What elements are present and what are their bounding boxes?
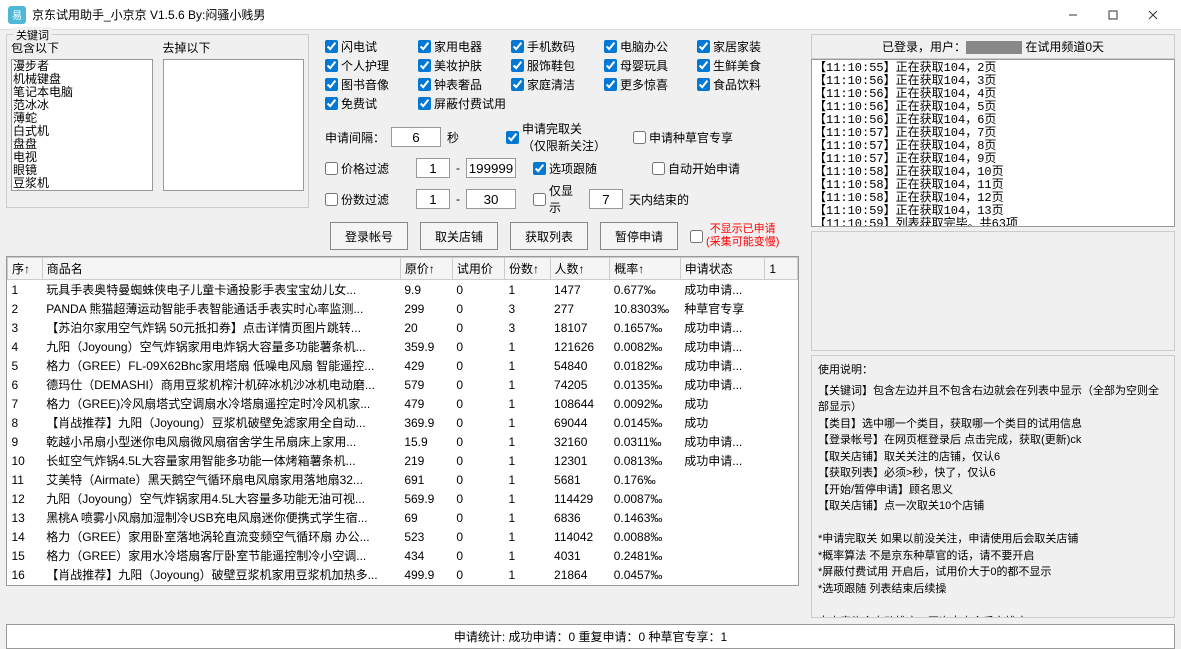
window-title: 京东试用助手_小京京 V1.5.6 By:闷骚小贱男	[32, 6, 1053, 23]
table-row[interactable]: 12九阳（Joyoung）空气炸锅家用4.5L大容量多功能无油可视...569.…	[8, 489, 798, 508]
column-header[interactable]: 原价↑	[400, 258, 452, 280]
column-header[interactable]: 人数↑	[550, 258, 610, 280]
category-checkbox[interactable]: 家用电器	[418, 38, 503, 55]
column-header[interactable]: 份数↑	[504, 258, 550, 280]
hide-applied-checkbox[interactable]: 不显示已申请(采集可能变慢)	[690, 223, 790, 249]
category-checkbox[interactable]: 图书音像	[325, 76, 410, 93]
table-row[interactable]: 16【肖战推荐】九阳（Joyoung）破壁豆浆机家用豆浆机加热多...499.9…	[8, 565, 798, 584]
price-max-input[interactable]	[466, 158, 516, 178]
auto-start-checkbox[interactable]: 自动开始申请	[652, 160, 752, 177]
category-checkbox[interactable]: 手机数码	[511, 38, 596, 55]
table-row[interactable]: 13黑桃A 喷雾小风扇加湿制冷USB充电风扇迷你便携式学生宿...6901683…	[8, 508, 798, 527]
login-button[interactable]: 登录帐号	[330, 222, 408, 250]
log-line: 【11:10:59】列表获取完毕。共63项	[814, 218, 1172, 227]
category-checkbox[interactable]: 屏蔽付费试用	[418, 95, 518, 112]
column-header[interactable]: 序↑	[8, 258, 43, 280]
only-show-checkbox[interactable]: 仅显示	[533, 182, 583, 216]
table-row[interactable]: 10长虹空气炸锅4.5L大容量家用智能多功能一体烤箱薯条机...21901123…	[8, 451, 798, 470]
table-row[interactable]: 9乾越小吊扇小型迷你电风扇微风扇宿舍学生吊扇床上家用...15.90132160…	[8, 432, 798, 451]
svg-text:易: 易	[12, 10, 22, 22]
table-row[interactable]: 15格力（GREE）家用水冷塔扇客厅卧室节能遥控制冷小空调...43401403…	[8, 546, 798, 565]
category-checkbox[interactable]: 母婴玩具	[604, 57, 689, 74]
table-row[interactable]: 11艾美特（Airmate）黑天鹅空气循环扇电风扇家用落地扇32...69101…	[8, 470, 798, 489]
cancel-shop-button[interactable]: 取关店铺	[420, 222, 498, 250]
category-checkbox[interactable]: 电脑办公	[604, 38, 689, 55]
category-checkbox[interactable]: 家居家装	[697, 38, 782, 55]
category-grid: 闪电试家用电器手机数码电脑办公家居家装个人护理美妆护肤服饰鞋包母婴玩具生鲜美食图…	[321, 34, 799, 116]
count-min-input[interactable]	[416, 189, 450, 209]
interval-label: 申请间隔：	[325, 129, 385, 146]
close-button[interactable]	[1133, 1, 1173, 29]
table-row[interactable]: 4九阳（Joyoung）空气炸锅家用电炸锅大容量多功能薯条机...359.901…	[8, 337, 798, 356]
category-checkbox[interactable]: 免费试	[325, 95, 410, 112]
table-row[interactable]: 5格力（GREE）FL-09X62Bhc家用塔扇 低噪电风扇 智能遥控...42…	[8, 356, 798, 375]
table-row[interactable]: 1玩具手表奥特曼蜘蛛侠电子儿童卡通投影手表宝宝幼儿女...9.90114770.…	[8, 280, 798, 300]
finish-unfollow-checkbox[interactable]: 申请完取关（仅限新关注）	[506, 120, 606, 154]
category-checkbox[interactable]: 更多惊喜	[604, 76, 689, 93]
product-table[interactable]: 序↑商品名原价↑试用价份数↑人数↑概率↑申请状态1 1玩具手表奥特曼蜘蛛侠电子儿…	[6, 256, 799, 586]
keywords-label: 关键词	[13, 27, 52, 43]
interval-input[interactable]	[391, 127, 441, 147]
table-row[interactable]: 17九阳（Joyoung）空气炸锅家用智能4.5L大容量多功能电炸...669.…	[8, 584, 798, 586]
exclude-listbox[interactable]	[163, 59, 305, 191]
minimize-button[interactable]	[1053, 1, 1093, 29]
count-max-input[interactable]	[466, 189, 516, 209]
app-icon: 易	[8, 6, 26, 24]
column-header[interactable]: 试用价	[452, 258, 504, 280]
category-checkbox[interactable]: 服饰鞋包	[511, 57, 596, 74]
exclude-label: 去掉以下	[163, 39, 305, 56]
column-header[interactable]: 概率↑	[610, 258, 681, 280]
category-checkbox[interactable]: 家庭清洁	[511, 76, 596, 93]
footer-stats: 申请统计: 成功申请：0 重复申请：0 种草官专享：1	[6, 624, 1175, 649]
category-checkbox[interactable]: 个人护理	[325, 57, 410, 74]
interval-unit: 秒	[447, 129, 459, 146]
table-row[interactable]: 3【苏泊尔家用空气炸锅 50元抵扣券】点击详情页图片跳转...200318107…	[8, 318, 798, 337]
get-list-button[interactable]: 获取列表	[510, 222, 588, 250]
log-box[interactable]: 【11:10:55】正在获取104，2页【11:10:56】正在获取104，3页…	[811, 59, 1175, 227]
seed-only-checkbox[interactable]: 申请种草官专享	[633, 129, 733, 146]
category-checkbox[interactable]: 闪电试	[325, 38, 410, 55]
category-checkbox[interactable]: 生鲜美食	[697, 57, 782, 74]
only-show-days-input[interactable]	[589, 189, 623, 209]
column-header[interactable]: 申请状态	[680, 258, 765, 280]
table-row[interactable]: 14格力（GREE）家用卧室落地涡轮直流变频空气循环扇 办公...5230111…	[8, 527, 798, 546]
price-min-input[interactable]	[416, 158, 450, 178]
category-checkbox[interactable]: 钟表奢品	[418, 76, 503, 93]
follow-option-checkbox[interactable]: 选项跟随	[533, 160, 618, 177]
count-filter-checkbox[interactable]: 份数过滤	[325, 191, 410, 208]
preview-box	[811, 231, 1175, 351]
category-checkbox[interactable]: 美妆护肤	[418, 57, 503, 74]
table-row[interactable]: 8【肖战推荐】九阳（Joyoung）豆浆机破壁免滤家用全自动...369.901…	[8, 413, 798, 432]
table-row[interactable]: 7格力（GREE)冷风扇塔式空调扇水冷塔扇遥控定时冷风机家...47901108…	[8, 394, 798, 413]
pause-button[interactable]: 暂停申请	[600, 222, 678, 250]
column-header[interactable]: 1	[765, 258, 798, 280]
category-checkbox[interactable]: 食品饮料	[697, 76, 782, 93]
only-show-suffix: 天内结束的	[629, 191, 689, 208]
include-listbox[interactable]: 漫步者机械键盘笔记本电脑范冰冰薄蛇白式机盘盘电视眼镜豆浆机空气炸锅风扇	[11, 59, 153, 191]
price-filter-checkbox[interactable]: 价格过滤	[325, 160, 410, 177]
maximize-button[interactable]	[1093, 1, 1133, 29]
column-header[interactable]: 商品名	[42, 258, 400, 280]
table-row[interactable]: 6德玛仕（DEMASHI）商用豆浆机榨汁机碎冰机沙冰机电动磨...5790174…	[8, 375, 798, 394]
help-box: 使用说明： 【关键词】包含左边并且不包含右边就会在列表中显示（全部为空则全部显示…	[811, 355, 1175, 618]
table-row[interactable]: 2PANDA 熊猫超薄运动智能手表智能通话手表实时心率监测...29903277…	[8, 299, 798, 318]
login-status: 已登录，用户： 在试用频道0天	[811, 34, 1175, 59]
